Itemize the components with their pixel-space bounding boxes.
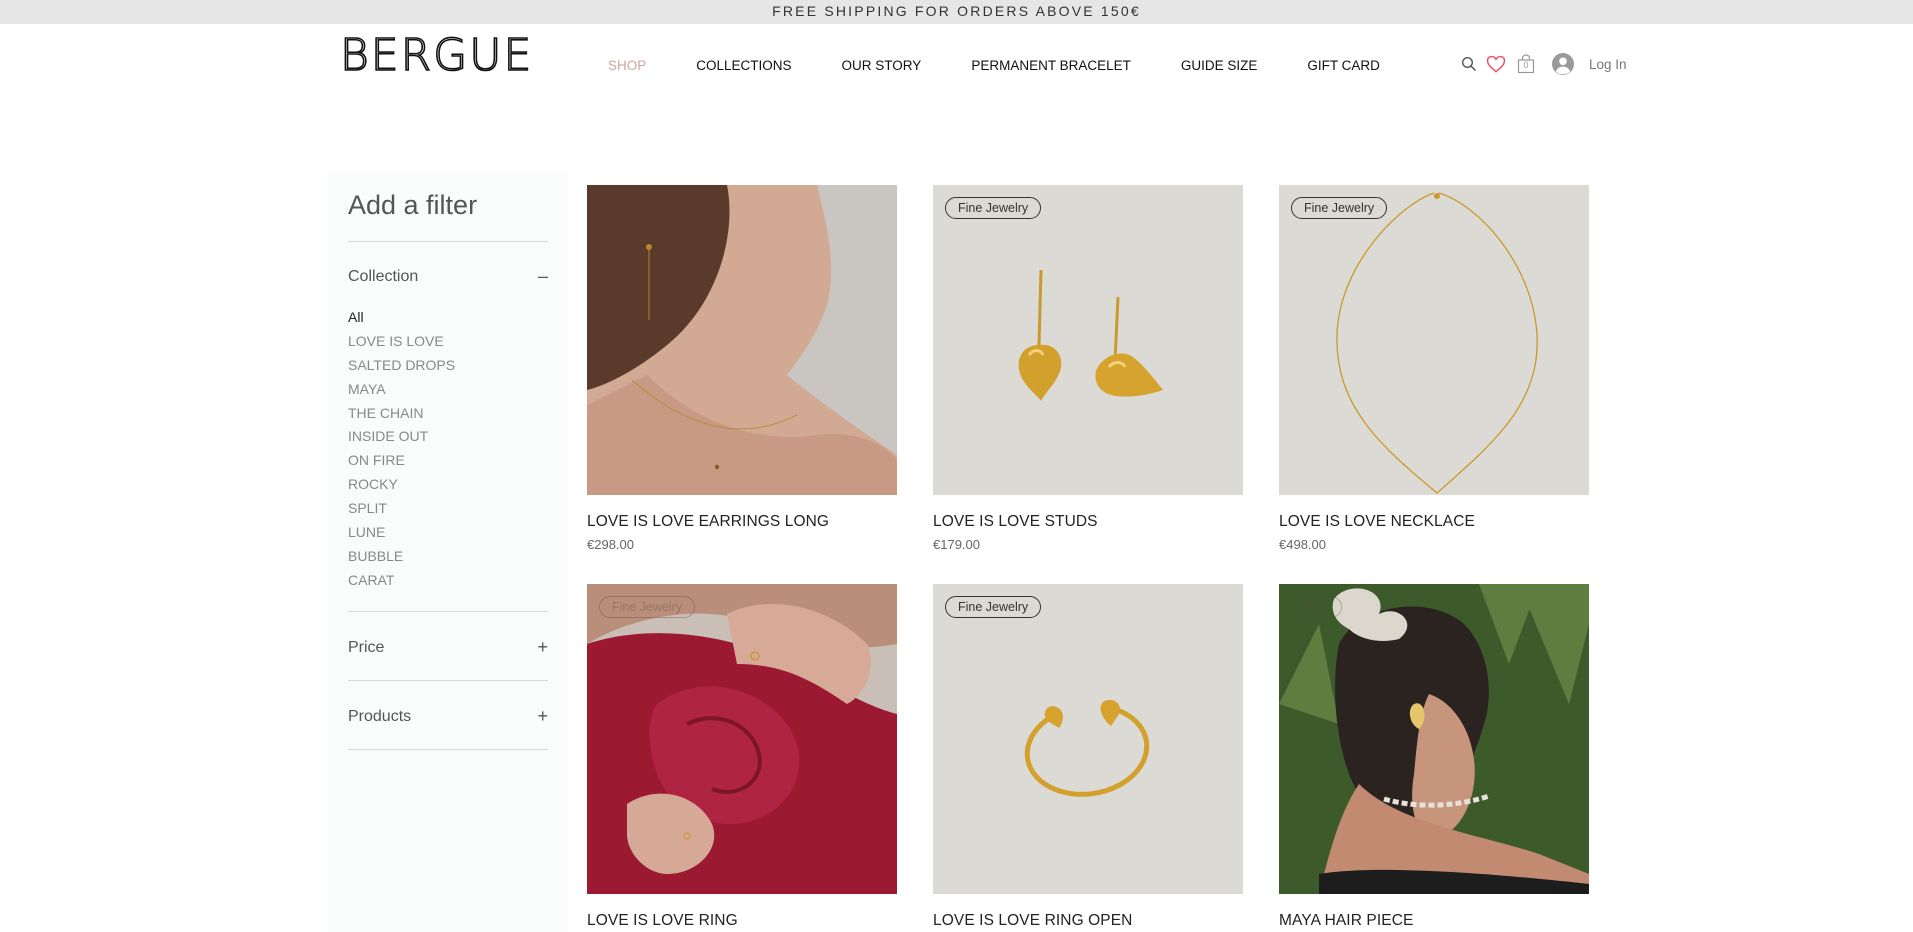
product-card[interactable]: Fine Jewelry LOVE IS LOVE EARRINGS LONG … [587, 185, 897, 552]
collapse-minus-icon[interactable]: – [538, 266, 548, 287]
collection-list: All LOVE IS LOVE SALTED DROPS MAYA THE C… [348, 306, 455, 593]
product-name[interactable]: LOVE IS LOVE RING OPEN [933, 912, 1243, 930]
nav-our-story[interactable]: OUR STORY [842, 58, 922, 73]
cart-count: 0 [1523, 60, 1529, 70]
collection-option[interactable]: ROCKY [348, 473, 455, 497]
product-card[interactable]: New MAYA HAIR PIECE [1279, 584, 1589, 930]
divider [348, 241, 548, 242]
svg-text:BERGUE: BERGUE [340, 34, 530, 76]
product-image[interactable]: Fine Jewelry [587, 584, 897, 894]
nav-gift-card[interactable]: GIFT CARD [1307, 58, 1380, 73]
promo-text: FREE SHIPPING FOR ORDERS ABOVE 150€ [772, 3, 1141, 19]
product-price: €498.00 [1279, 537, 1326, 552]
collection-option[interactable]: SALTED DROPS [348, 354, 455, 378]
product-badge: New [1291, 596, 1343, 618]
product-name[interactable]: LOVE IS LOVE EARRINGS LONG [587, 513, 897, 531]
collection-option[interactable]: THE CHAIN [348, 402, 455, 426]
collection-option[interactable]: SPLIT [348, 497, 455, 521]
product-card[interactable]: Fine Jewelry LOVE IS LOVE RING OPEN [933, 584, 1243, 930]
promo-banner: FREE SHIPPING FOR ORDERS ABOVE 150€ [0, 0, 1913, 24]
product-image[interactable]: Fine Jewelry [933, 584, 1243, 894]
product-image[interactable]: Fine Jewelry [933, 185, 1243, 495]
divider [348, 611, 548, 612]
product-name[interactable]: MAYA HAIR PIECE [1279, 912, 1589, 930]
expand-plus-icon[interactable]: + [537, 706, 548, 727]
product-card[interactable]: Fine Jewelry LOVE IS LOVE RING [587, 584, 897, 930]
nav-shop[interactable]: SHOP [608, 58, 646, 73]
nav-guide-size[interactable]: GUIDE SIZE [1181, 58, 1258, 73]
collection-option[interactable]: ON FIRE [348, 449, 455, 473]
nav-collections[interactable]: COLLECTIONS [696, 58, 791, 73]
collection-option[interactable]: LUNE [348, 521, 455, 545]
collection-option[interactable]: MAYA [348, 378, 455, 402]
product-image[interactable]: New [1279, 584, 1589, 894]
collection-option[interactable]: CARAT [348, 569, 455, 593]
collection-filter-toggle[interactable]: Collection – [348, 266, 548, 287]
nav-permanent-bracelet[interactable]: PERMANENT BRACELET [971, 58, 1131, 73]
filter-sidebar: Add a filter Collection – All LOVE IS LO… [329, 172, 567, 932]
collection-filter-label: Collection [348, 267, 419, 285]
product-card[interactable]: Fine Jewelry LOVE IS LOVE STUDS €179.00 [933, 185, 1243, 552]
filter-title: Add a filter [348, 190, 478, 220]
header-actions: 0 Log In [1459, 52, 1627, 76]
expand-plus-icon[interactable]: + [537, 637, 548, 658]
cart-bag-icon[interactable]: 0 [1515, 53, 1537, 75]
products-filter-label: Products [348, 707, 412, 725]
product-badge: Fine Jewelry [599, 596, 696, 618]
product-badge: Fine Jewelry [1291, 197, 1388, 219]
product-badge: Fine Jewelry [599, 197, 696, 219]
wishlist-heart-icon[interactable] [1485, 53, 1507, 75]
collection-option-all[interactable]: All [348, 306, 455, 330]
collection-option[interactable]: LOVE IS LOVE [348, 330, 455, 354]
product-name[interactable]: LOVE IS LOVE STUDS [933, 513, 1243, 531]
products-filter-toggle[interactable]: Products + [348, 706, 548, 727]
price-filter-toggle[interactable]: Price + [348, 637, 548, 658]
product-image[interactable]: Fine Jewelry [1279, 185, 1589, 495]
divider [348, 680, 548, 681]
collection-option[interactable]: INSIDE OUT [348, 425, 455, 449]
product-price: €179.00 [933, 537, 980, 552]
product-badge: Fine Jewelry [945, 197, 1042, 219]
collection-option[interactable]: BUBBLE [348, 545, 455, 569]
product-price: €298.00 [587, 537, 634, 552]
brand-logo[interactable]: BERGUE [340, 34, 530, 76]
login-link[interactable]: Log In [1589, 57, 1627, 72]
divider [348, 749, 548, 750]
product-name[interactable]: LOVE IS LOVE NECKLACE [1279, 513, 1589, 531]
price-filter-label: Price [348, 638, 385, 656]
search-icon[interactable] [1459, 54, 1479, 74]
account-avatar-icon[interactable] [1551, 52, 1575, 76]
product-badge: Fine Jewelry [945, 596, 1042, 618]
product-name[interactable]: LOVE IS LOVE RING [587, 912, 897, 930]
product-card[interactable]: Fine Jewelry LOVE IS LOVE NECKLACE €498.… [1279, 185, 1589, 552]
main-nav: SHOP COLLECTIONS OUR STORY PERMANENT BRA… [608, 58, 1430, 73]
product-image[interactable]: Fine Jewelry [587, 185, 897, 495]
